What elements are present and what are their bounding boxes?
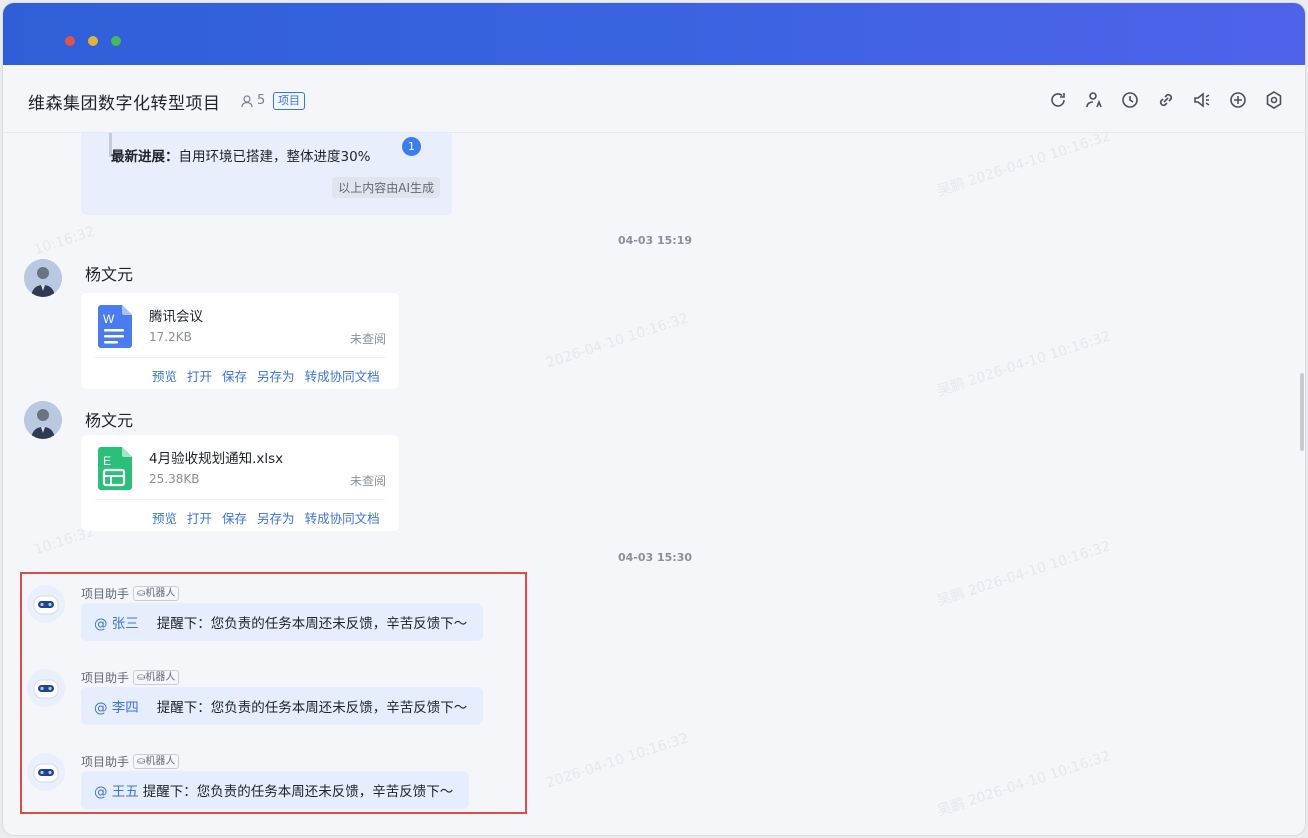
file-size: 25.38KB [149, 472, 200, 486]
project-tag: 项目 [273, 92, 305, 110]
settings-button[interactable] [1263, 89, 1285, 111]
bot-name-row: 项目助手 ⛀机器人 [81, 585, 180, 602]
word-file-icon: W [98, 305, 132, 348]
sender-name: 杨文元 [85, 411, 134, 430]
timestamp: 04-03 15:30 [617, 551, 693, 564]
robot-tag: ⛀机器人 [133, 670, 180, 685]
app-window: 维森集团数字化转型项目 5 项目 10:16:32 2026-04-10 10:… [2, 2, 1306, 836]
mention-link[interactable]: @ 张三 [94, 612, 139, 632]
file-name[interactable]: 腾讯会议 [149, 305, 203, 325]
message-text: 提醒下：您负责的任务本周还未反馈，辛苦反馈下～ [156, 700, 468, 716]
file-actions: 预览 打开 保存 另存为 转成协同文档 [152, 366, 380, 385]
members-icon [241, 94, 253, 107]
minimize-window-button[interactable] [88, 36, 98, 46]
announcement-button[interactable] [1191, 89, 1213, 111]
ai-summary-line: 最新进展：自用环境已搭建，整体进度30% [111, 145, 371, 165]
message-bubble[interactable]: @ 王五 提醒下：您负责的任务本周还未反馈，辛苦反馈下～ [81, 771, 470, 809]
message-text: 提醒下：您负责的任务本周还未反馈，辛苦反馈下～ [142, 784, 454, 800]
file-status: 未查阅 [349, 474, 386, 488]
bot-message: 项目助手 ⛀机器人 @ 王五 提醒下：您负责的任务本周还未反馈，辛苦反馈下～ [3, 753, 523, 815]
save-as-link[interactable]: 另存为 [257, 508, 295, 527]
bot-name: 项目助手 [81, 671, 130, 685]
bot-name-row: 项目助手 ⛀机器人 [81, 669, 180, 686]
divider [95, 499, 385, 500]
ai-summary-text: 自用环境已搭建，整体进度30% [178, 149, 371, 165]
chat-header: 维森集团数字化转型项目 5 项目 [3, 65, 1305, 133]
title-bar [3, 3, 1305, 65]
file-message-card[interactable]: E 4月验收规划通知.xlsx 25.38KB 未查阅 预览 打开 保存 另存为… [81, 435, 399, 531]
save-as-link[interactable]: 另存为 [257, 366, 295, 385]
avatar[interactable] [24, 401, 62, 439]
convert-doc-link[interactable]: 转成协同文档 [305, 366, 380, 385]
excel-file-icon: E [98, 447, 132, 490]
scrollbar[interactable] [1300, 373, 1304, 451]
ai-summary-card: 最新进展：自用环境已搭建，整体进度30% 1 以上内容由AI生成 [81, 133, 452, 215]
save-link[interactable]: 保存 [222, 366, 247, 385]
chat-title: 维森集团数字化转型项目 [28, 94, 221, 114]
ai-assistant-button[interactable] [1083, 89, 1105, 111]
open-link[interactable]: 打开 [187, 366, 212, 385]
clock-button[interactable] [1119, 89, 1141, 111]
ai-summary-badge[interactable]: 1 [402, 137, 421, 156]
file-name[interactable]: 4月验收规划通知.xlsx [149, 447, 283, 467]
file-size: 17.2KB [149, 330, 192, 344]
maximize-window-button[interactable] [111, 36, 121, 46]
robot-tag: ⛀机器人 [133, 754, 180, 769]
preview-link[interactable]: 预览 [152, 366, 177, 385]
bot-message: 项目助手 ⛀机器人 @ 李四 提醒下：您负责的任务本周还未反馈，辛苦反馈下～ [3, 669, 523, 731]
convert-doc-link[interactable]: 转成协同文档 [305, 508, 380, 527]
divider [95, 357, 385, 358]
mention-link[interactable]: @ 王五 [94, 780, 139, 800]
timestamp: 04-03 15:19 [617, 234, 693, 247]
mention-link[interactable]: @ 李四 [94, 696, 139, 716]
message-bubble[interactable]: @ 李四 提醒下：您负责的任务本周还未反馈，辛苦反馈下～ [81, 687, 484, 725]
member-count-value: 5 [257, 93, 266, 108]
header-toolbar [1047, 89, 1285, 111]
ai-summary-label: 最新进展： [111, 149, 179, 165]
svg-text:E: E [103, 454, 111, 468]
avatar[interactable] [24, 259, 62, 297]
file-status: 未查阅 [349, 332, 386, 346]
robot-tag: ⛀机器人 [133, 586, 180, 601]
bot-name: 项目助手 [81, 755, 130, 769]
add-button[interactable] [1227, 89, 1249, 111]
close-window-button[interactable] [65, 36, 75, 46]
message-list[interactable]: 10:16:32 2026-04-10 10:16:32 吴鹏 2026-04-… [3, 133, 1305, 835]
preview-link[interactable]: 预览 [152, 508, 177, 527]
robot-avatar[interactable] [27, 585, 65, 623]
robot-avatar[interactable] [27, 753, 65, 791]
file-message-card[interactable]: W 腾讯会议 17.2KB 未查阅 预览 打开 保存 另存为 转成协同文档 [81, 293, 399, 389]
open-link[interactable]: 打开 [187, 508, 212, 527]
member-count[interactable]: 5 [241, 93, 265, 108]
sender-name: 杨文元 [85, 265, 134, 284]
bot-message: 项目助手 ⛀机器人 @ 张三 提醒下：您负责的任务本周还未反馈，辛苦反馈下～ [3, 585, 523, 647]
save-link[interactable]: 保存 [222, 508, 247, 527]
message-text: 提醒下：您负责的任务本周还未反馈，辛苦反馈下～ [156, 616, 468, 632]
file-actions: 预览 打开 保存 另存为 转成协同文档 [152, 508, 380, 527]
bot-name: 项目助手 [81, 587, 130, 601]
svg-text:W: W [103, 312, 115, 326]
link-button[interactable] [1155, 89, 1177, 111]
search-history-button[interactable] [1047, 89, 1069, 111]
ai-generated-note: 以上内容由AI生成 [332, 177, 440, 198]
bot-name-row: 项目助手 ⛀机器人 [81, 753, 180, 770]
robot-avatar[interactable] [27, 669, 65, 707]
message-bubble[interactable]: @ 张三 提醒下：您负责的任务本周还未反馈，辛苦反馈下～ [81, 603, 484, 641]
